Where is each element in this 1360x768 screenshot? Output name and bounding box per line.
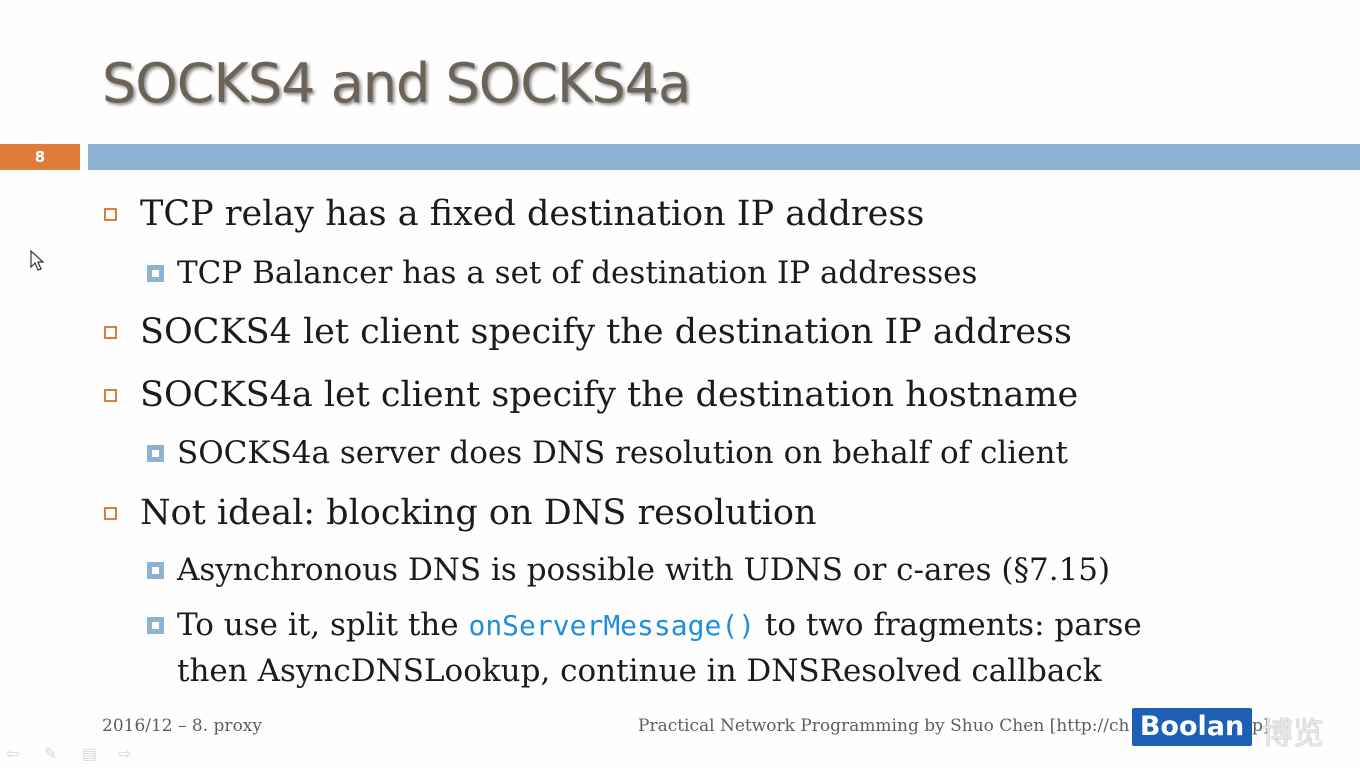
nav-prev-icon[interactable]: ⇦	[6, 744, 19, 763]
square-bullet-icon	[104, 389, 117, 402]
sub-bullet-text-part: To use it, split the	[177, 607, 469, 643]
mouse-pointer-icon	[30, 250, 45, 271]
filled-square-bullet-icon	[147, 445, 164, 462]
bullet-text: SOCKS4a let client specify the destinati…	[140, 375, 1079, 415]
sub-bullet-text: Asynchronous DNS is possible with UDNS o…	[177, 552, 1111, 588]
footer-date: 2016/12 – 8. proxy	[102, 716, 262, 736]
pen-icon[interactable]: ✎	[44, 744, 57, 763]
title-divider-bar	[88, 144, 1360, 170]
sub-bullet-text-part: to two fragments: parse	[755, 607, 1142, 643]
square-bullet-icon	[104, 326, 117, 339]
code-snippet: onServerMessage()	[468, 609, 756, 642]
nav-next-icon[interactable]: ⇨	[118, 744, 131, 763]
slide-title: SOCKS4 and SOCKS4a	[102, 52, 691, 115]
sub-bullet-text: TCP Balancer has a set of destination IP…	[177, 255, 978, 291]
sub-bullet-text: SOCKS4a server does DNS resolution on be…	[177, 435, 1068, 471]
footer-credit: Practical Network Programming by Shuo Ch…	[638, 716, 1130, 736]
menu-icon[interactable]: ▤	[82, 744, 97, 763]
bullet-text: SOCKS4 let client specify the destinatio…	[140, 312, 1072, 352]
sub-bullet-text: then AsyncDNSLookup, continue in DNSReso…	[177, 653, 1102, 689]
slide: SOCKS4 and SOCKS4a 8 TCP relay has a fix…	[0, 0, 1360, 768]
square-bullet-icon	[104, 208, 117, 221]
sub-bullet-text: To use it, split the onServerMessage() t…	[177, 602, 1142, 649]
bullet-text: TCP relay has a fixed destination IP add…	[140, 194, 925, 234]
filled-square-bullet-icon	[147, 265, 164, 282]
boolan-logo: Boolan	[1132, 708, 1252, 746]
bullet-text: Not ideal: blocking on DNS resolution	[140, 493, 817, 533]
filled-square-bullet-icon	[147, 617, 164, 634]
slide-number: 8	[0, 144, 80, 170]
boolan-logo-cn: 博览	[1262, 716, 1324, 752]
square-bullet-icon	[104, 507, 117, 520]
filled-square-bullet-icon	[147, 562, 164, 579]
